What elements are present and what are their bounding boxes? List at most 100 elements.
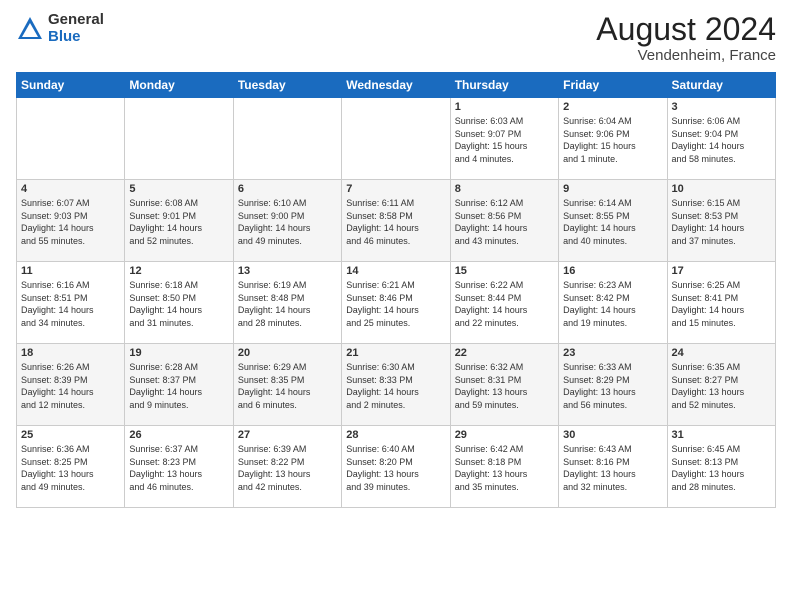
day-number: 17 (672, 265, 771, 277)
table-row: 10 Sunrise: 6:15 AM Sunset: 8:53 PM Dayli… (667, 180, 775, 262)
day-number: 13 (238, 265, 337, 277)
table-row: 5Sunrise: 6:08 AM Sunset: 9:01 PM Daylig… (125, 180, 233, 262)
table-row: 18 Sunrise: 6:26 AM Sunset: 8:39 PM Dayli… (17, 344, 125, 426)
table-row: 22Sunrise: 6:32 AM Sunset: 8:31 PM Dayli… (450, 344, 558, 426)
day-number: 7 (346, 183, 445, 195)
table-row: 8Sunrise: 6:12 AM Sunset: 8:56 PM Daylig… (450, 180, 558, 262)
calendar: Sunday Monday Tuesday Wednesday Thursday… (16, 72, 776, 508)
day-number: 8 (455, 183, 554, 195)
table-row (233, 98, 341, 180)
day-content: Sunrise: 6:23 AM Sunset: 8:42 PM Dayligh… (563, 279, 662, 329)
day-content: Sunrise: 6:22 AM Sunset: 8:44 PM Dayligh… (455, 279, 554, 329)
table-row: 29 Sunrise: 6:42 AM Sunset: 8:18 PM Dayli… (450, 426, 558, 508)
table-row: 11 Sunrise: 6:16 AM Sunset: 8:51 PM Dayli… (17, 262, 125, 344)
day-content: Sunrise: 6:14 AM Sunset: 8:55 PM Dayligh… (563, 197, 662, 247)
logo: General Blue (16, 12, 104, 45)
day-content: Sunrise: 6:10 AM Sunset: 9:00 PM Dayligh… (238, 197, 337, 247)
col-saturday: Saturday (667, 73, 775, 98)
day-number: 24 (672, 347, 771, 359)
day-content: Sunrise: 6:40 AM Sunset: 8:20 PM Dayligh… (346, 443, 445, 493)
day-number: 19 (129, 347, 228, 359)
day-content: Sunrise: 6:29 AM Sunset: 8:35 PM Dayligh… (238, 361, 337, 411)
day-content: Sunrise: 6:35 AM Sunset: 8:27 PM Dayligh… (672, 361, 771, 411)
day-number: 5 (129, 183, 228, 195)
col-tuesday: Tuesday (233, 73, 341, 98)
day-number: 21 (346, 347, 445, 359)
logo-general-text: General (48, 11, 104, 28)
table-row: 1 Sunrise: 6:03 AM Sunset: 9:07 PM Daylig… (450, 98, 558, 180)
table-row: 3Sunrise: 6:06 AM Sunset: 9:04 PM Daylig… (667, 98, 775, 180)
day-number: 22 (455, 347, 554, 359)
day-number: 30 (563, 429, 662, 441)
day-content: Sunrise: 6:28 AM Sunset: 8:37 PM Dayligh… (129, 361, 228, 411)
week-row-5: 25Sunrise: 6:36 AM Sunset: 8:25 PM Dayli… (17, 426, 776, 508)
table-row: 7 Sunrise: 6:11 AM Sunset: 8:58 PM Daylig… (342, 180, 450, 262)
col-thursday: Thursday (450, 73, 558, 98)
table-row: 25Sunrise: 6:36 AM Sunset: 8:25 PM Dayli… (17, 426, 125, 508)
day-number: 25 (21, 429, 120, 441)
day-number: 28 (346, 429, 445, 441)
day-content: Sunrise: 6:33 AM Sunset: 8:29 PM Dayligh… (563, 361, 662, 411)
table-row: 4 Sunrise: 6:07 AM Sunset: 9:03 PM Daylig… (17, 180, 125, 262)
month-title: August 2024 (596, 12, 776, 47)
day-number: 9 (563, 183, 662, 195)
table-row: 24 Sunrise: 6:35 AM Sunset: 8:27 PM Dayli… (667, 344, 775, 426)
day-content: Sunrise: 6:30 AM Sunset: 8:33 PM Dayligh… (346, 361, 445, 411)
day-content: Sunrise: 6:26 AM Sunset: 8:39 PM Dayligh… (21, 361, 120, 411)
col-monday: Monday (125, 73, 233, 98)
day-number: 12 (129, 265, 228, 277)
table-row: 27Sunrise: 6:39 AM Sunset: 8:22 PM Dayli… (233, 426, 341, 508)
day-content: Sunrise: 6:42 AM Sunset: 8:18 PM Dayligh… (455, 443, 554, 493)
logo-text: General Blue (48, 12, 104, 45)
week-row-1: 1 Sunrise: 6:03 AM Sunset: 9:07 PM Daylig… (17, 98, 776, 180)
table-row: 9 Sunrise: 6:14 AM Sunset: 8:55 PM Daylig… (559, 180, 667, 262)
col-sunday: Sunday (17, 73, 125, 98)
day-content: Sunrise: 6:03 AM Sunset: 9:07 PM Dayligh… (455, 115, 554, 165)
week-row-4: 18 Sunrise: 6:26 AM Sunset: 8:39 PM Dayli… (17, 344, 776, 426)
day-number: 16 (563, 265, 662, 277)
day-content: Sunrise: 6:37 AM Sunset: 8:23 PM Dayligh… (129, 443, 228, 493)
day-content: Sunrise: 6:16 AM Sunset: 8:51 PM Dayligh… (21, 279, 120, 329)
day-number: 18 (21, 347, 120, 359)
day-content: Sunrise: 6:06 AM Sunset: 9:04 PM Dayligh… (672, 115, 771, 165)
logo-blue-text: Blue (48, 28, 81, 45)
title-block: August 2024 Vendenheim, France (596, 12, 776, 64)
table-row: 23 Sunrise: 6:33 AM Sunset: 8:29 PM Dayli… (559, 344, 667, 426)
table-row: 12Sunrise: 6:18 AM Sunset: 8:50 PM Dayli… (125, 262, 233, 344)
day-number: 31 (672, 429, 771, 441)
logo-icon (16, 15, 44, 43)
day-number: 11 (21, 265, 120, 277)
day-number: 23 (563, 347, 662, 359)
table-row (342, 98, 450, 180)
day-content: Sunrise: 6:04 AM Sunset: 9:06 PM Dayligh… (563, 115, 662, 165)
day-number: 1 (455, 101, 554, 113)
day-number: 14 (346, 265, 445, 277)
day-number: 15 (455, 265, 554, 277)
day-content: Sunrise: 6:11 AM Sunset: 8:58 PM Dayligh… (346, 197, 445, 247)
day-content: Sunrise: 6:19 AM Sunset: 8:48 PM Dayligh… (238, 279, 337, 329)
table-row: 26 Sunrise: 6:37 AM Sunset: 8:23 PM Dayli… (125, 426, 233, 508)
week-row-3: 11 Sunrise: 6:16 AM Sunset: 8:51 PM Dayli… (17, 262, 776, 344)
table-row (125, 98, 233, 180)
day-number: 10 (672, 183, 771, 195)
page: General Blue August 2024 Vendenheim, Fra… (0, 0, 792, 612)
day-number: 29 (455, 429, 554, 441)
day-content: Sunrise: 6:15 AM Sunset: 8:53 PM Dayligh… (672, 197, 771, 247)
table-row: 14 Sunrise: 6:21 AM Sunset: 8:46 PM Dayli… (342, 262, 450, 344)
day-number: 4 (21, 183, 120, 195)
table-row: 19 Sunrise: 6:28 AM Sunset: 8:37 PM Dayli… (125, 344, 233, 426)
day-number: 2 (563, 101, 662, 113)
day-content: Sunrise: 6:25 AM Sunset: 8:41 PM Dayligh… (672, 279, 771, 329)
day-content: Sunrise: 6:45 AM Sunset: 8:13 PM Dayligh… (672, 443, 771, 493)
day-content: Sunrise: 6:07 AM Sunset: 9:03 PM Dayligh… (21, 197, 120, 247)
table-row: 2 Sunrise: 6:04 AM Sunset: 9:06 PM Daylig… (559, 98, 667, 180)
calendar-header-row: Sunday Monday Tuesday Wednesday Thursday… (17, 73, 776, 98)
header: General Blue August 2024 Vendenheim, Fra… (16, 12, 776, 64)
table-row: 31 Sunrise: 6:45 AM Sunset: 8:13 PM Dayli… (667, 426, 775, 508)
day-content: Sunrise: 6:21 AM Sunset: 8:46 PM Dayligh… (346, 279, 445, 329)
table-row: 17 Sunrise: 6:25 AM Sunset: 8:41 PM Dayli… (667, 262, 775, 344)
table-row: 16 Sunrise: 6:23 AM Sunset: 8:42 PM Dayli… (559, 262, 667, 344)
table-row: 20Sunrise: 6:29 AM Sunset: 8:35 PM Dayli… (233, 344, 341, 426)
table-row (17, 98, 125, 180)
day-number: 26 (129, 429, 228, 441)
